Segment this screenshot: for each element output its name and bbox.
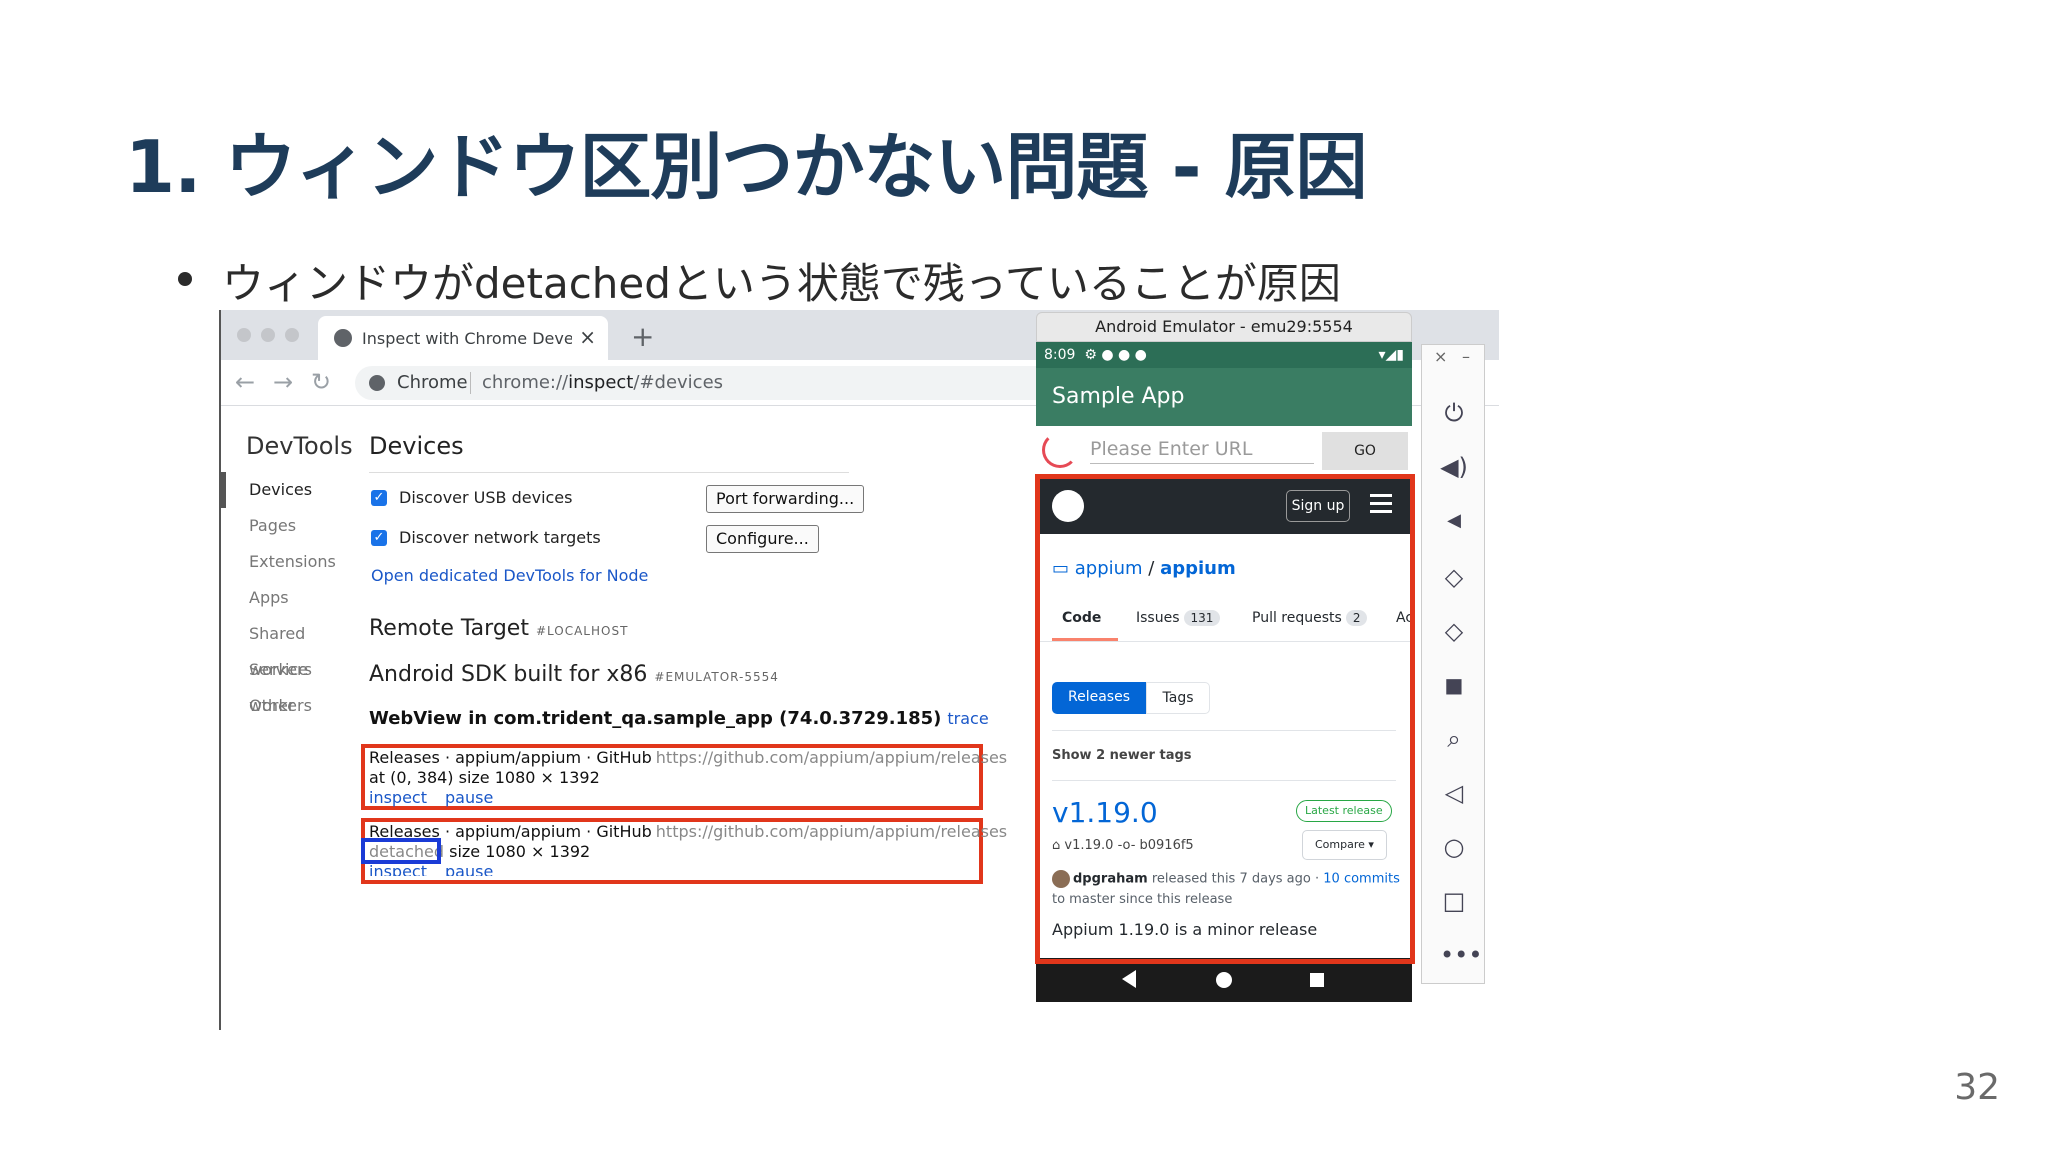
port-forwarding-button[interactable]: Port forwarding...	[706, 485, 865, 513]
sidebar-item-service-workers[interactable]: Service workers	[221, 652, 361, 715]
discover-network-label: Discover network targets	[399, 528, 601, 547]
minimize-icon[interactable]: –	[1462, 347, 1470, 366]
sidebar-item-apps[interactable]: Apps	[221, 580, 361, 616]
volume-up-icon[interactable]: ◀)	[1440, 453, 1468, 481]
devtools-sidebar: Devices Pages Extensions Apps Shared wor…	[221, 472, 361, 724]
volume-down-icon[interactable]: ◀	[1440, 507, 1468, 535]
network-checkbox[interactable]: ✓	[371, 530, 387, 546]
new-tab-button[interactable]: +	[631, 320, 654, 353]
detached-highlight	[361, 838, 441, 864]
usb-checkbox[interactable]: ✓	[371, 490, 387, 506]
bullet-text: ウィンドウがdetachedという状態で残っていることが原因	[222, 259, 1341, 308]
emulator-titlebar: Android Emulator - emu29:5554	[1036, 312, 1412, 342]
reload-icon[interactable]: ↻	[311, 368, 331, 396]
configure-button[interactable]: Configure...	[706, 525, 819, 553]
close-icon[interactable]: ×	[1434, 347, 1447, 366]
loading-spinner-icon	[1042, 432, 1078, 468]
page-number: 32	[1954, 1067, 2000, 1108]
sidebar-item-shared-workers[interactable]: Shared workers	[221, 616, 361, 679]
back-arrow-icon[interactable]: ←	[235, 368, 255, 396]
more-icon[interactable]: •••	[1440, 941, 1482, 969]
nav-home-icon[interactable]	[1216, 972, 1232, 988]
target-actions-2: inspect pause	[369, 862, 511, 876]
target-title-1: Releases · appium/appium · GitHub https:/…	[369, 748, 1008, 767]
node-devtools-link[interactable]: Open dedicated DevTools for Node	[371, 566, 648, 585]
bullet-dot	[178, 272, 192, 286]
tab-close-icon[interactable]: ×	[579, 325, 596, 349]
power-icon[interactable]: ⏻	[1440, 399, 1468, 427]
screenshot: Inspect with Chrome Developer Tools × + …	[219, 310, 1499, 1030]
webview-highlight	[1035, 474, 1415, 964]
url-input[interactable]: Please Enter URL	[1090, 438, 1314, 464]
forward-arrow-icon[interactable]: →	[273, 368, 293, 396]
target-actions-1: inspect pause	[369, 788, 511, 807]
zoom-icon[interactable]: ⌕	[1440, 725, 1468, 753]
pause-link[interactable]: pause	[445, 862, 493, 876]
omnibox-divider	[470, 372, 471, 394]
screenshot-left-border	[219, 310, 221, 1030]
device-heading: Android SDK built for x86 #EMULATOR-5554	[369, 662, 779, 687]
go-button[interactable]: GO	[1322, 432, 1408, 470]
pause-link[interactable]: pause	[445, 788, 493, 807]
sidebar-item-pages[interactable]: Pages	[221, 508, 361, 544]
signal-battery-icon: ▾◢▮	[1378, 347, 1405, 363]
discover-usb-label: Discover USB devices	[399, 488, 573, 507]
inspect-link[interactable]: inspect	[369, 862, 427, 876]
tab-title: Inspect with Chrome Developer Tools	[362, 329, 572, 348]
url-bar: Please Enter URL GO	[1036, 426, 1412, 474]
rotate-left-icon[interactable]: ◇	[1440, 563, 1468, 591]
webview-title: WebView in com.trident_qa.sample_app (74…	[369, 708, 989, 729]
tab-inspect[interactable]: Inspect with Chrome Developer Tools ×	[318, 316, 608, 360]
devices-heading: Devices	[369, 432, 464, 460]
status-bar: 8:09 ⚙ ● ● ● ▾◢▮	[1036, 342, 1412, 368]
target-info-1: at (0, 384) size 1080 × 1392	[369, 768, 600, 787]
heading-divider	[369, 472, 849, 473]
nav-recent-icon[interactable]	[1310, 973, 1324, 987]
sidebar-item-other[interactable]: Other	[221, 688, 361, 724]
nav-back-icon[interactable]	[1122, 970, 1136, 988]
home-icon[interactable]: ○	[1440, 833, 1468, 861]
overview-icon[interactable]: □	[1440, 887, 1468, 915]
omnibox-url: chrome://inspect/#devices	[482, 372, 724, 393]
target-title-2: Releases · appium/appium · GitHub https:/…	[369, 822, 1008, 841]
android-navbar	[1036, 962, 1412, 1002]
remote-target-heading: Remote Target #LOCALHOST	[369, 616, 629, 641]
window-close-dot[interactable]	[237, 328, 251, 342]
trace-link[interactable]: trace	[947, 709, 988, 728]
camera-icon[interactable]: ■	[1440, 671, 1468, 699]
omnibox-site: Chrome	[397, 372, 468, 393]
emulator-controls: × – ⏻ ◀) ◀ ◇ ◇ ■ ⌕ ◁ ○ □ •••	[1421, 344, 1485, 984]
app-title: Sample App	[1036, 368, 1412, 426]
inspect-link[interactable]: inspect	[369, 788, 427, 807]
sidebar-item-devices[interactable]: Devices	[221, 472, 361, 508]
sidebar-item-extensions[interactable]: Extensions	[221, 544, 361, 580]
rotate-right-icon[interactable]: ◇	[1440, 617, 1468, 645]
devtools-brand: DevTools	[246, 432, 353, 460]
window-minimize-dot[interactable]	[261, 328, 275, 342]
chrome-icon	[334, 329, 352, 347]
window-zoom-dot[interactable]	[285, 328, 299, 342]
back-icon[interactable]: ◁	[1440, 779, 1468, 807]
chrome-icon	[369, 375, 385, 391]
slide-title: 1. ウィンドウ区別つかない問題 - 原因	[125, 125, 1368, 209]
